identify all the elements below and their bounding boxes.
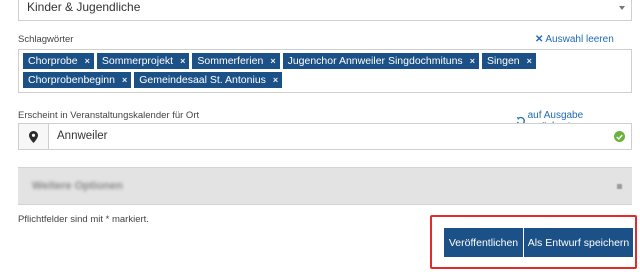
keywords-label: Schlagwörter [18, 34, 74, 45]
check-circle-icon [614, 131, 625, 142]
keywords-input[interactable]: Chorprobe × Sommerprojekt × Sommerferien × Jug… [18, 49, 632, 93]
remove-tag-icon[interactable]: × [85, 53, 90, 69]
keyword-tag: Sommerferien × [192, 53, 280, 69]
keyword-tag: Chorprobenbeginn × [23, 72, 132, 88]
location-label: Erscheint in Veranstaltungskalender für … [18, 110, 200, 121]
keyword-tag: Chorprobe × [23, 53, 94, 69]
keyword-tag: Sommerprojekt × [96, 53, 190, 69]
remove-tag-icon[interactable]: × [273, 72, 278, 88]
map-pin-icon [29, 130, 38, 143]
keyword-tag-label: Jugenchor Annweiler Singdochmituns [287, 55, 463, 67]
clear-selection-link[interactable]: ✕ Auswahl leeren [535, 34, 614, 45]
collapsed-options-title: Weitere Optionen [32, 180, 123, 192]
publish-button[interactable]: Veröffentlichen [444, 228, 523, 257]
save-draft-button[interactable]: Als Entwurf speichern [524, 228, 633, 257]
keyword-tag: Jugenchor Annweiler Singdochmituns × [282, 53, 479, 69]
required-fields-note: Pflichtfelder sind mit * markiert. [18, 214, 149, 225]
keyword-tag: Gemeindesaal St. Antonius × [134, 72, 283, 88]
remove-tag-icon[interactable]: × [180, 53, 185, 69]
keyword-tag: Singen × [481, 53, 536, 69]
category-select[interactable]: Kinder & Jugendliche [18, 0, 632, 21]
remove-tag-icon[interactable]: × [470, 53, 475, 69]
location-field[interactable]: Annweiler [18, 123, 632, 150]
location-value: Annweiler [57, 130, 108, 142]
keyword-tag-label: Chorprobenbeginn [28, 74, 115, 86]
close-icon: ✕ [535, 34, 544, 45]
keyword-tag-label: Chorprobe [28, 55, 78, 67]
keyword-tag-label: Gemeindesaal St. Antonius [139, 74, 266, 86]
keyword-tag-label: Singen [486, 55, 520, 67]
remove-tag-icon[interactable]: × [122, 72, 127, 88]
chevron-down-icon [619, 6, 625, 10]
remove-tag-icon[interactable]: × [527, 53, 532, 69]
expand-icon [617, 184, 622, 189]
clear-selection-label: Auswahl leeren [545, 34, 614, 45]
category-value: Kinder & Jugendliche [27, 0, 141, 14]
remove-tag-icon[interactable]: × [270, 53, 275, 69]
keyword-tag-label: Sommerprojekt [101, 55, 174, 67]
collapsed-options-panel[interactable]: Weitere Optionen [18, 167, 632, 205]
location-icon-cell [19, 124, 49, 149]
keyword-tag-label: Sommerferien [197, 55, 264, 67]
